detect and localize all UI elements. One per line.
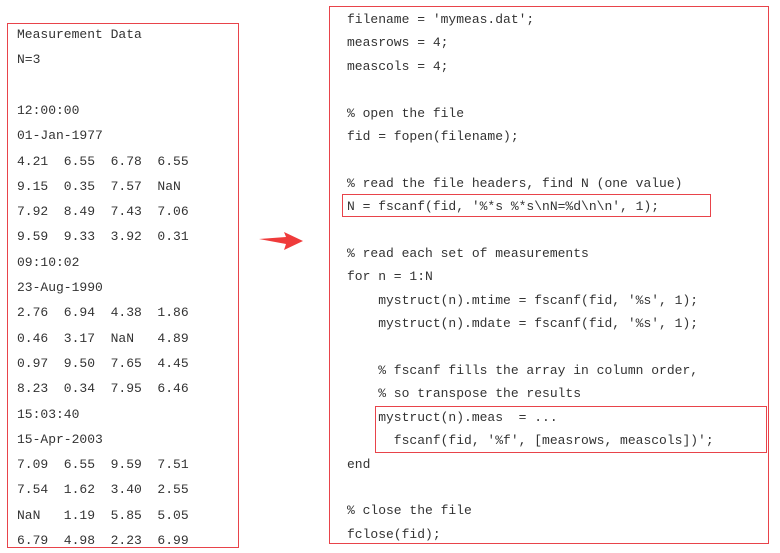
data-file-line: 0.97 9.50 7.65 4.45 — [17, 355, 189, 371]
data-file-line: 6.79 4.98 2.23 6.99 — [17, 533, 189, 548]
data-file-line: 01-Jan-1977 — [17, 128, 103, 144]
code-line: % open the file — [347, 105, 465, 121]
code-line: for n = 1:N — [347, 269, 433, 285]
data-file-line: 09:10:02 — [17, 254, 80, 270]
data-file-line: 23-Aug-1990 — [17, 280, 103, 295]
code-line: fid = fopen(filename); — [347, 129, 519, 144]
code-line: % fscanf fills the array in column order… — [347, 363, 699, 378]
data-file-line: NaN 1.19 5.85 5.05 — [17, 507, 189, 523]
code-line: end — [347, 456, 371, 472]
data-file-line: 0.46 3.17 NaN 4.89 — [17, 330, 189, 346]
code-line: filename = 'mymeas.dat'; — [347, 12, 535, 27]
code-line: % read each set of measurements — [347, 246, 589, 261]
data-file-line: Measurement Data — [17, 27, 142, 42]
data-file-line: 15-Apr-2003 — [17, 431, 103, 447]
data-file-line: 4.21 6.55 6.78 6.55 — [17, 153, 189, 169]
code-line: fclose(fid); — [347, 526, 441, 542]
data-file-line: 9.15 0.35 7.57 NaN — [17, 178, 181, 194]
code-line: meascols = 4; — [347, 58, 449, 74]
data-file-line: 7.09 6.55 9.59 7.51 — [17, 457, 189, 473]
data-file-line: N=3 — [17, 52, 41, 68]
data-file-line: 7.54 1.62 3.40 2.55 — [17, 482, 189, 498]
code-line: N = fscanf(fid, '%*s %*s\nN=%d\n\n', 1); — [347, 199, 660, 215]
code-line: measrows = 4; — [347, 35, 449, 51]
data-file-line: 8.23 0.34 7.95 6.46 — [17, 381, 189, 397]
code-line: % read the file headers, find N (one val… — [347, 175, 683, 191]
code-line: mystruct(n).mdate = fscanf(fid, '%s', 1)… — [347, 316, 699, 332]
code-line: mystruct(n).meas = ... — [347, 409, 558, 425]
data-file-line: 15:03:40 — [17, 406, 80, 422]
code-line: % close the file — [347, 503, 472, 519]
code-line: % so transpose the results — [347, 386, 582, 402]
code-line: mystruct(n).mtime = fscanf(fid, '%s', 1)… — [347, 292, 699, 308]
code-line: fscanf(fid, '%f', [measrows, meascols])'… — [347, 433, 714, 449]
data-file-line: 12:00:00 — [17, 102, 80, 118]
data-file-line: 7.92 8.49 7.43 7.06 — [17, 204, 189, 220]
arrow-right-icon — [259, 232, 303, 250]
data-file-line: 9.59 9.33 3.92 0.31 — [17, 229, 189, 245]
data-file-line: 2.76 6.94 4.38 1.86 — [17, 305, 189, 321]
